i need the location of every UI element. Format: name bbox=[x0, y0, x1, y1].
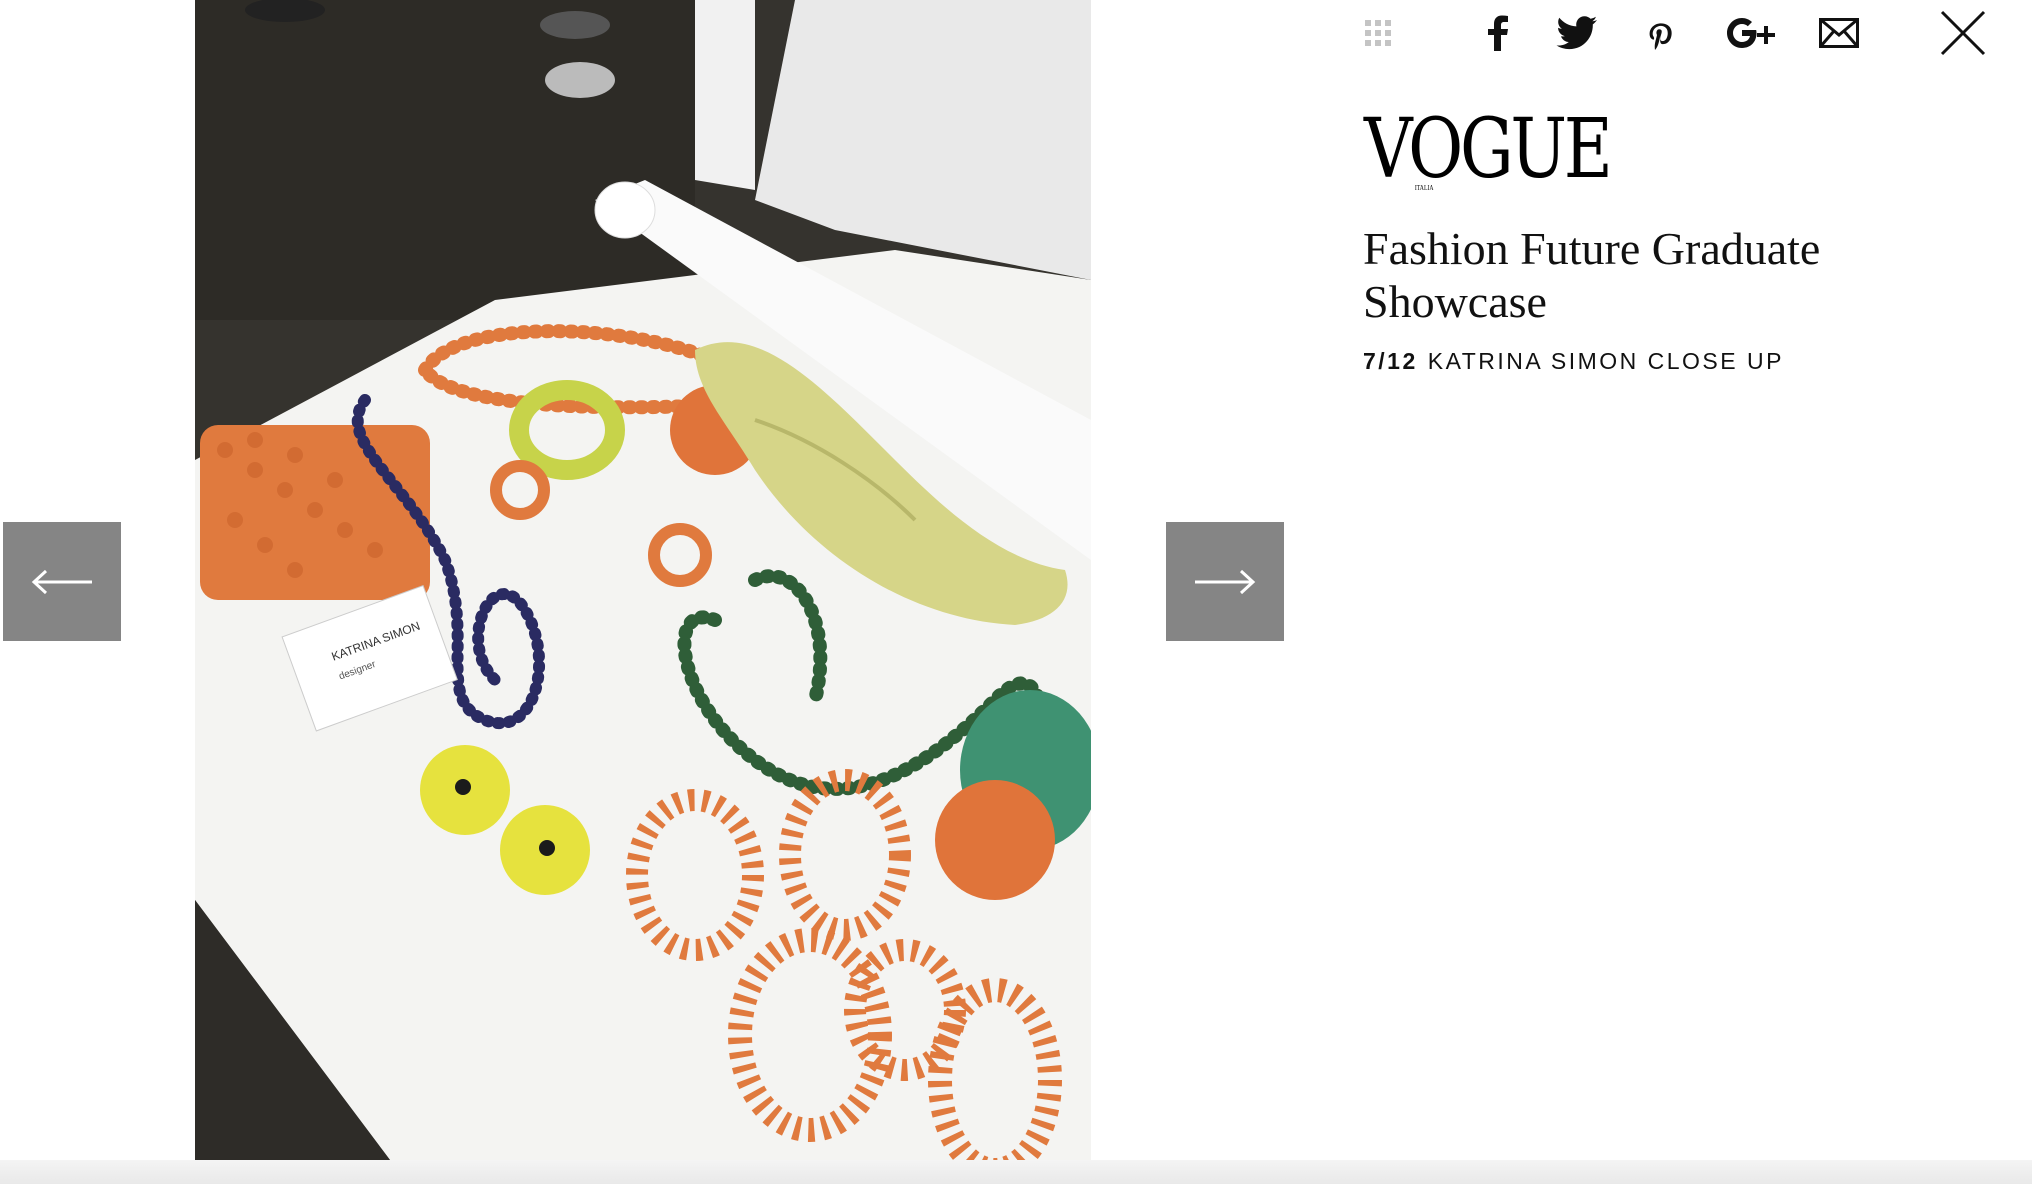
next-button[interactable] bbox=[1166, 522, 1284, 641]
share-toolbar bbox=[1360, 8, 2000, 68]
facebook-icon bbox=[1488, 15, 1508, 51]
logo-subtext: ITALIA bbox=[1414, 184, 1434, 192]
arrow-left-icon bbox=[31, 569, 92, 594]
google-plus-icon bbox=[1727, 18, 1775, 48]
email-share-button[interactable] bbox=[1818, 8, 1860, 58]
pinterest-icon bbox=[1649, 23, 1672, 50]
slide-caption-text: KATRINA SIMON CLOSE UP bbox=[1427, 348, 1784, 374]
slide-counter: 7/12 bbox=[1363, 348, 1418, 374]
close-icon bbox=[1940, 10, 1986, 56]
logo-text: VOGUE bbox=[1364, 102, 1613, 197]
gallery-photo: KATRINA SIMON designer bbox=[195, 0, 1091, 1180]
twitter-share-button[interactable] bbox=[1555, 8, 1599, 58]
grid-icon bbox=[1365, 20, 1391, 46]
slide-caption: 7/12 KATRINA SIMON CLOSE UP bbox=[1363, 348, 1784, 375]
gallery-title: Fashion Future Graduate Showcase bbox=[1363, 223, 1821, 327]
email-icon bbox=[1819, 18, 1859, 48]
bottom-edge bbox=[0, 1160, 2032, 1184]
previous-button[interactable] bbox=[3, 522, 121, 641]
pinterest-share-button[interactable] bbox=[1645, 8, 1679, 58]
arrow-right-icon bbox=[1195, 569, 1256, 594]
facebook-share-button[interactable] bbox=[1480, 8, 1516, 58]
close-button[interactable] bbox=[1938, 8, 1988, 58]
google-plus-share-button[interactable] bbox=[1726, 8, 1776, 58]
grid-button[interactable] bbox=[1360, 8, 1396, 58]
vogue-logo[interactable]: VOGUE ITALIA bbox=[1364, 109, 1613, 193]
twitter-icon bbox=[1556, 16, 1597, 50]
